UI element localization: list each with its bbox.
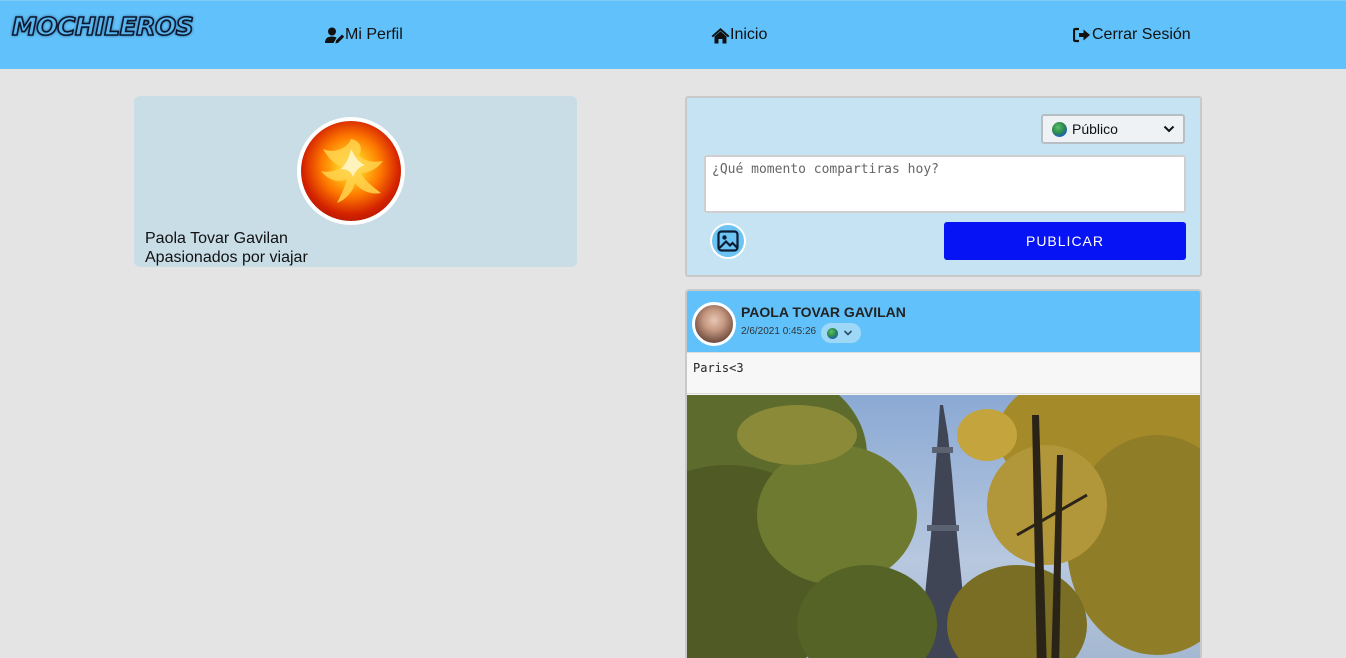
profile-bio: Apasionados por viajar	[145, 249, 308, 266]
nav-inicio-label: Inicio	[730, 26, 768, 43]
globe-icon	[827, 327, 838, 339]
nav-mi-perfil-link[interactable]: Mi Perfil	[325, 23, 403, 47]
privacy-select-value: Público	[1072, 121, 1118, 137]
navbar: MOCHILEROS Mi Perfil Inicio Cerrar Sesió…	[0, 0, 1346, 69]
nav-cerrar-sesion-link[interactable]: Cerrar Sesión	[1072, 23, 1191, 47]
post-timestamp: 2/6/2021 0:45:26	[741, 326, 817, 337]
post-photo[interactable]	[687, 395, 1200, 658]
sign-out-icon	[1072, 26, 1092, 44]
app-logo[interactable]: MOCHILEROS	[11, 12, 194, 42]
profile-card: Paola Tovar Gavilan Apasionados por viaj…	[134, 96, 577, 267]
post-author-avatar[interactable]	[692, 302, 736, 346]
nav-inicio-link[interactable]: Inicio	[710, 23, 767, 47]
post-author-name[interactable]: PAOLA TOVAR GAVILAN	[741, 304, 906, 320]
home-icon	[710, 26, 730, 44]
image-icon	[717, 230, 739, 252]
nav-cerrar-sesion-label: Cerrar Sesión	[1092, 26, 1191, 43]
publish-button[interactable]: PUBLICAR	[944, 222, 1186, 260]
post-text: Paris<3	[693, 361, 744, 375]
chevron-down-icon	[1163, 125, 1175, 133]
add-image-button[interactable]	[710, 223, 746, 259]
post-privacy-dropdown[interactable]	[821, 323, 861, 343]
profile-avatar[interactable]	[297, 117, 405, 225]
post-header: PAOLA TOVAR GAVILAN 2/6/2021 0:45:26	[687, 291, 1200, 352]
profile-name: Paola Tovar Gavilan	[145, 230, 288, 247]
user-edit-icon	[325, 26, 345, 44]
globe-icon	[1052, 121, 1067, 137]
chevron-down-icon	[843, 330, 853, 336]
post-body: Paris<3	[687, 352, 1200, 394]
post-text-input[interactable]	[704, 155, 1186, 213]
post-composer: Público PUBLICAR	[685, 96, 1202, 277]
privacy-select[interactable]: Público	[1041, 114, 1185, 144]
nav-mi-perfil-label: Mi Perfil	[345, 26, 403, 43]
post-card: PAOLA TOVAR GAVILAN 2/6/2021 0:45:26 Par…	[685, 289, 1202, 658]
